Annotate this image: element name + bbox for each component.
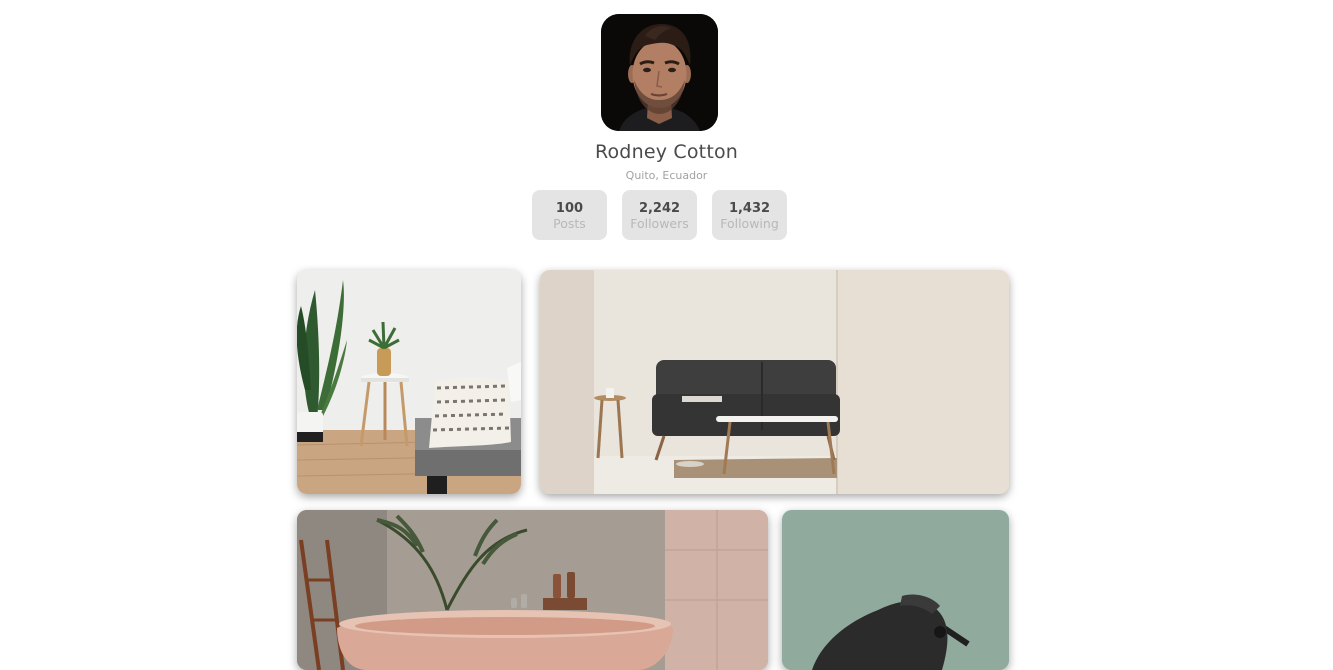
stat-following-value: 1,432 [728,201,771,216]
profile-location: Quito, Ecuador [625,169,708,182]
stat-followers-value: 2,242 [638,201,681,216]
stat-posts-value: 100 [555,201,584,216]
profile-header: Rodney Cotton Quito, Ecuador 100 Posts 2… [0,0,1333,250]
stat-followers[interactable]: 2,242 Followers [622,190,697,240]
stat-followers-label: Followers [630,216,689,231]
gallery-photo-3[interactable] [297,510,768,670]
stat-posts-label: Posts [553,216,586,231]
stat-following-label: Following [720,216,779,231]
avatar[interactable] [601,14,718,131]
gallery-photo-4[interactable] [782,510,1009,670]
gallery-photo-2[interactable] [540,270,1009,494]
stat-following[interactable]: 1,432 Following [712,190,787,240]
gallery-photo-1[interactable] [297,270,521,494]
profile-name: Rodney Cotton [594,141,739,163]
stat-posts[interactable]: 100 Posts [532,190,607,240]
